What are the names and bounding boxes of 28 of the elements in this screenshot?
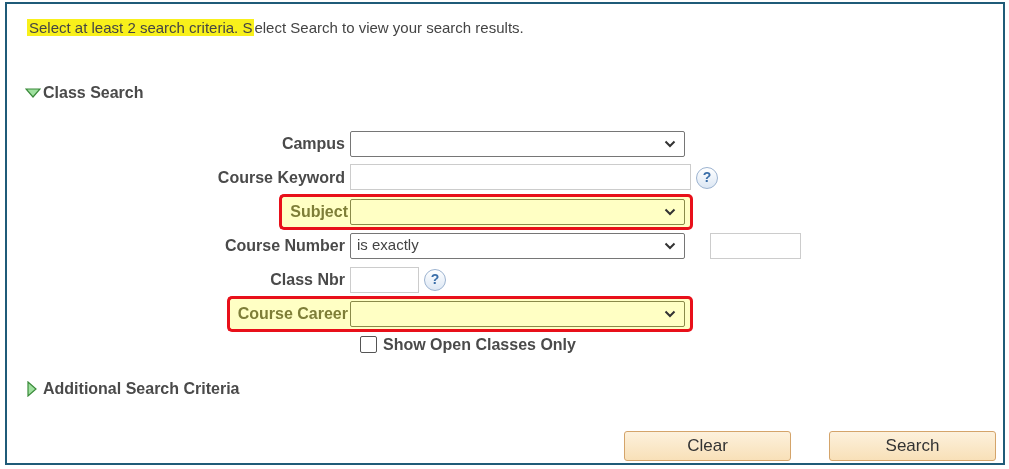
chevron-down-icon bbox=[664, 241, 676, 250]
expand-icon[interactable] bbox=[27, 380, 37, 397]
instruction-text: Select at least 2 search criteria. Select Search to view your search results. bbox=[27, 19, 524, 36]
clear-button[interactable]: Clear bbox=[624, 431, 791, 461]
checkbox-label: Show Open Classes Only bbox=[383, 334, 576, 355]
dropdown[interactable] bbox=[350, 130, 685, 157]
checkbox[interactable] bbox=[360, 336, 377, 353]
help-icon[interactable]: ? bbox=[696, 166, 718, 189]
field-label: Course Keyword bbox=[217, 167, 346, 188]
field-label: Course Career bbox=[226, 295, 350, 332]
help-icon[interactable]: ? bbox=[424, 268, 446, 291]
search-button[interactable]: Search bbox=[829, 431, 996, 461]
field-label: Class Nbr bbox=[270, 269, 346, 290]
field-label: Course Number bbox=[224, 235, 346, 256]
expand-icon[interactable] bbox=[25, 87, 41, 98]
section-title[interactable]: Additional Search Criteria bbox=[43, 376, 240, 401]
input-field[interactable] bbox=[350, 266, 419, 293]
field-label: Campus bbox=[281, 133, 346, 154]
section-title[interactable]: Class Search bbox=[43, 80, 144, 105]
chevron-down-icon bbox=[664, 139, 676, 148]
dropdown[interactable]: is exactly bbox=[350, 232, 685, 259]
dropdown[interactable] bbox=[350, 198, 685, 225]
chevron-down-icon bbox=[664, 309, 676, 318]
field-label: Subject bbox=[279, 193, 350, 230]
dropdown[interactable] bbox=[350, 300, 685, 327]
input-field[interactable] bbox=[350, 163, 691, 190]
chevron-down-icon bbox=[664, 207, 676, 216]
input-field[interactable] bbox=[710, 232, 801, 259]
